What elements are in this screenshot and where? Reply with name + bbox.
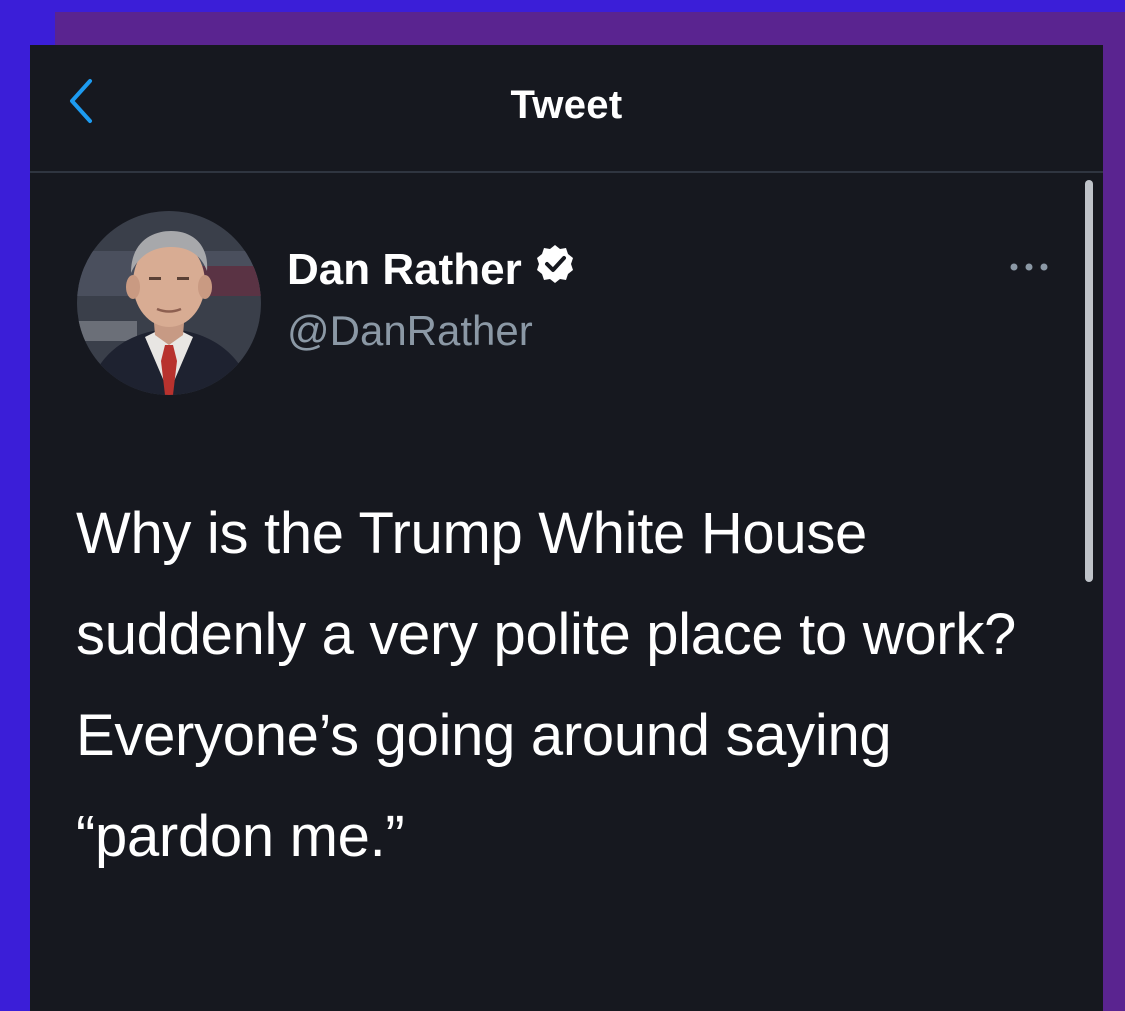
more-options-button[interactable] xyxy=(1006,257,1052,277)
author-handle[interactable]: @DanRather xyxy=(287,307,533,355)
more-horizontal-icon xyxy=(1010,263,1048,271)
tweet-text: Why is the Trump White House suddenly a … xyxy=(76,501,1016,869)
author-name-text: Dan Rather xyxy=(287,244,522,294)
scrollbar[interactable] xyxy=(1085,180,1093,582)
avatar[interactable] xyxy=(77,211,261,395)
tweet-screen: Tweet Dan Rather @DanRather Why is the T… xyxy=(30,45,1103,1011)
verified-badge-icon xyxy=(534,243,576,296)
page-title: Tweet xyxy=(510,83,623,127)
top-navigation-bar: Tweet xyxy=(30,45,1103,173)
profile-photo xyxy=(77,211,261,395)
author-display-name[interactable]: Dan Rather xyxy=(287,243,576,296)
